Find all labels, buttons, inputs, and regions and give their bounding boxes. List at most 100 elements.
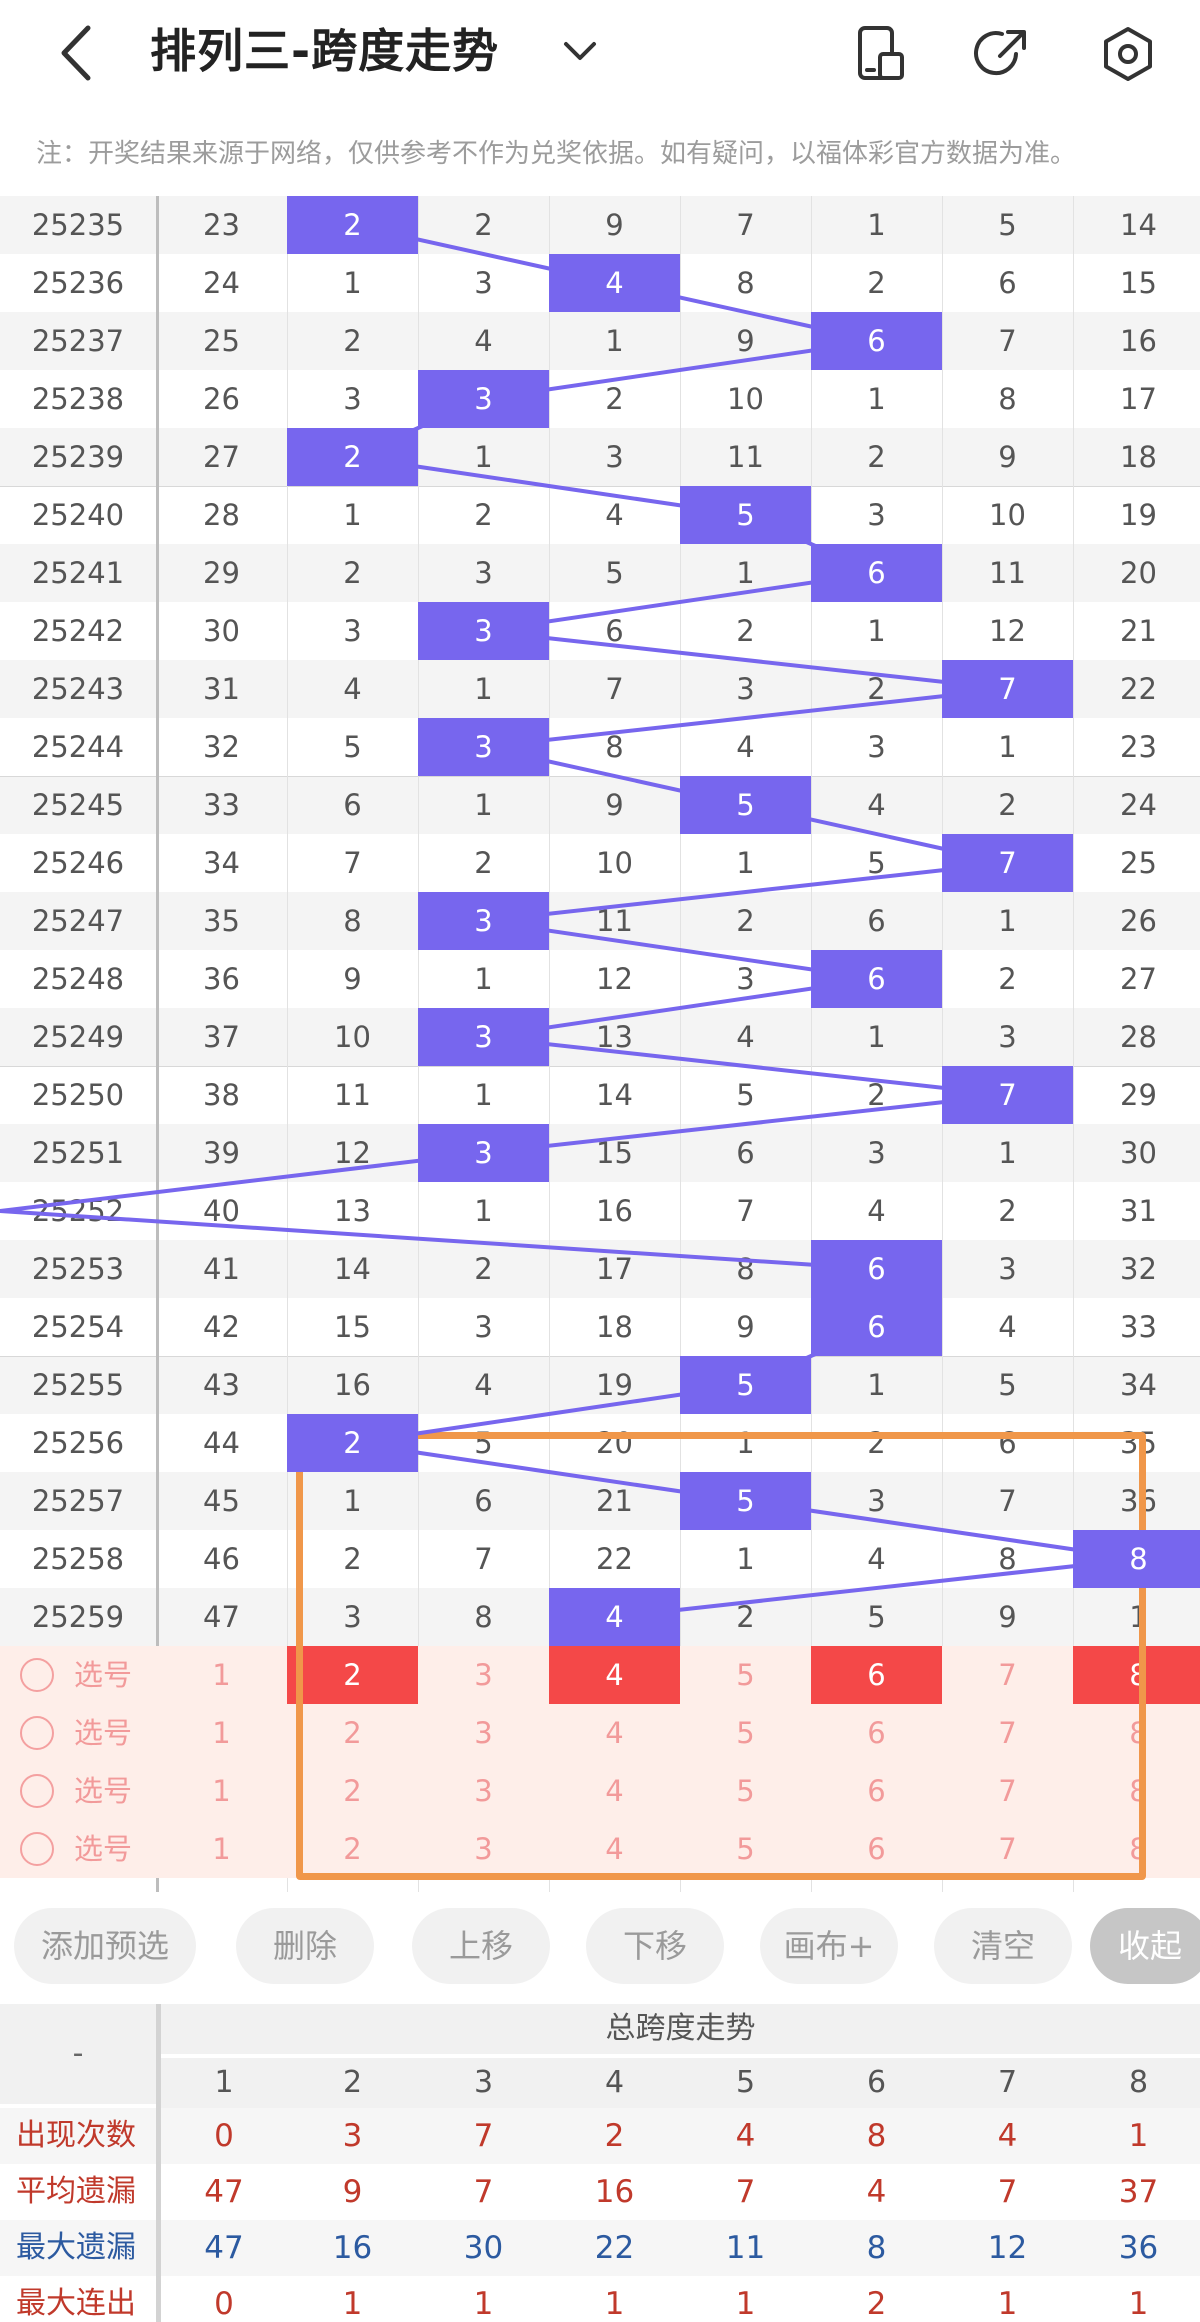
span-cell: 2	[736, 1600, 755, 1634]
span-cell: 7	[998, 1484, 1017, 1518]
span-cell: 7	[736, 1194, 755, 1228]
pick-number[interactable]: 3	[418, 1704, 549, 1762]
pick-number[interactable]: 1	[156, 1762, 287, 1820]
issue-number: 25243	[31, 672, 125, 706]
pick-number[interactable]: 4	[549, 1820, 680, 1878]
canvas-plus-button[interactable]: 画布+	[760, 1908, 898, 1984]
pick-number[interactable]: 5	[680, 1704, 811, 1762]
span-cell: 1	[867, 1020, 886, 1054]
collapse-button[interactable]: 收起	[1090, 1908, 1200, 1984]
span-cell: 12	[596, 962, 633, 996]
pick-radio-button[interactable]	[20, 1774, 54, 1808]
clear-button[interactable]: 清空	[934, 1908, 1072, 1984]
pick-number[interactable]: 3	[418, 1646, 549, 1704]
span-cell: 1	[867, 1368, 886, 1402]
pick-row: 选号 1 2 3 4 5 6 7 8	[0, 1704, 1200, 1762]
back-arrow-icon[interactable]	[50, 20, 110, 86]
stats-value: 11	[725, 2230, 766, 2266]
stats-value: 47	[204, 2230, 244, 2266]
move-down-button[interactable]: 下移	[586, 1908, 724, 1984]
hit-cell: 6	[811, 1298, 942, 1356]
stats-header: 总跨度走势	[161, 2004, 1200, 2054]
span-cell: 9	[998, 440, 1017, 474]
span-cell: 33	[203, 788, 240, 822]
pick-number[interactable]: 8	[1073, 1646, 1200, 1704]
pick-number[interactable]: 1	[156, 1820, 287, 1878]
stats-column-header: 1	[161, 2058, 287, 2108]
span-cell: 1	[474, 672, 493, 706]
span-cell: 4	[867, 1194, 886, 1228]
issue-number: 25241	[31, 556, 125, 590]
pick-number[interactable]: 7	[942, 1762, 1073, 1820]
pick-number[interactable]: 6	[811, 1762, 942, 1820]
pick-number[interactable]: 7	[942, 1646, 1073, 1704]
span-cell: 11	[334, 1078, 371, 1112]
page-title[interactable]: 排列三-跨度走势	[150, 18, 499, 84]
span-cell: 4	[474, 1368, 493, 1402]
hit-cell: 3	[418, 370, 549, 428]
pick-radio-button[interactable]	[20, 1716, 54, 1750]
span-cell: 3	[343, 1600, 362, 1634]
pick-number[interactable]: 6	[811, 1646, 942, 1704]
span-cell: 1	[998, 1136, 1017, 1170]
hit-cell: 6	[811, 950, 942, 1008]
pick-number[interactable]: 6	[811, 1704, 942, 1762]
chevron-down-icon[interactable]	[560, 28, 600, 74]
pick-number[interactable]: 1	[156, 1646, 287, 1704]
pick-number[interactable]: 5	[680, 1762, 811, 1820]
pick-number[interactable]: 2	[287, 1820, 418, 1878]
pick-number[interactable]: 8	[1073, 1820, 1200, 1878]
pick-number[interactable]: 8	[1073, 1762, 1200, 1820]
delete-button[interactable]: 删除	[236, 1908, 374, 1984]
pick-number[interactable]: 7	[942, 1820, 1073, 1878]
span-cell: 2	[605, 382, 624, 416]
pick-number[interactable]: 5	[680, 1820, 811, 1878]
pick-number[interactable]: 3	[418, 1762, 549, 1820]
pick-radio-button[interactable]	[20, 1658, 54, 1692]
stats-row-label: 最大连出	[16, 2286, 136, 2321]
span-cell: 19	[1120, 498, 1157, 532]
pick-number[interactable]: 2	[287, 1762, 418, 1820]
span-cell: 1	[474, 440, 493, 474]
pick-number[interactable]: 3	[418, 1820, 549, 1878]
pick-radio-button[interactable]	[20, 1832, 54, 1866]
hit-cell: 5	[680, 776, 811, 834]
pick-number[interactable]: 6	[811, 1820, 942, 1878]
stats-row-label: 出现次数	[16, 2118, 136, 2153]
span-cell: 44	[203, 1426, 240, 1460]
share-icon[interactable]	[972, 24, 1032, 84]
span-cell: 5	[998, 208, 1017, 242]
span-cell: 12	[334, 1136, 371, 1170]
hit-cell: 2	[287, 196, 418, 254]
pick-number[interactable]: 1	[156, 1704, 287, 1762]
span-cell: 14	[334, 1252, 371, 1286]
pick-number[interactable]: 4	[549, 1762, 680, 1820]
pick-number[interactable]: 4	[549, 1646, 680, 1704]
pick-number[interactable]: 5	[680, 1646, 811, 1704]
span-cell: 14	[596, 1078, 633, 1112]
pick-number[interactable]: 2	[287, 1704, 418, 1762]
span-cell: 1	[343, 498, 362, 532]
pick-number[interactable]: 4	[549, 1704, 680, 1762]
stats-value: 1	[997, 2286, 1018, 2322]
pick-label: 选号	[74, 1774, 133, 1808]
pick-number[interactable]: 7	[942, 1704, 1073, 1762]
span-cell: 2	[736, 904, 755, 938]
span-cell: 9	[736, 1310, 755, 1344]
span-cell: 5	[605, 556, 624, 590]
span-cell: 11	[727, 440, 764, 474]
hit-cell: 6	[811, 544, 942, 602]
table-row: 25258 46 2 7 22 1 4 8 8	[0, 1530, 1200, 1588]
move-up-button[interactable]: 上移	[412, 1908, 550, 1984]
table-row: 25244 32 5 3 8 4 3 1 23	[0, 718, 1200, 776]
issue-number: 25249	[31, 1020, 125, 1054]
pick-number[interactable]: 8	[1073, 1704, 1200, 1762]
span-cell: 33	[1120, 1310, 1157, 1344]
app-header: 排列三-跨度走势	[0, 0, 1200, 108]
settings-icon[interactable]	[1098, 24, 1158, 84]
add-preselect-button[interactable]: 添加预选	[14, 1908, 196, 1984]
pick-number[interactable]: 2	[287, 1646, 418, 1704]
phone-layout-icon[interactable]	[850, 24, 910, 84]
table-row: 25236 24 1 3 4 8 2 6 15	[0, 254, 1200, 312]
span-cell: 34	[1120, 1368, 1157, 1402]
